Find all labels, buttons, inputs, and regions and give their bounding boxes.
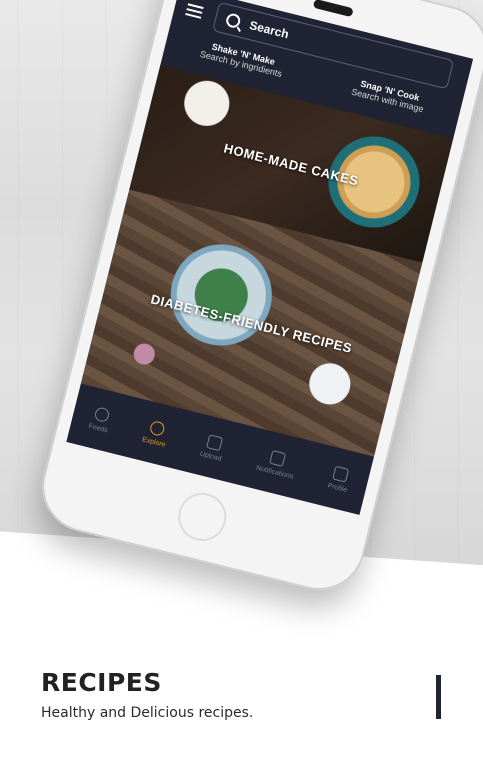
app-screen: Search Shake 'N' Make Search by ingridie… bbox=[66, 0, 474, 515]
accent-bar bbox=[436, 675, 441, 719]
nav-label: Profile bbox=[327, 482, 348, 494]
profile-icon bbox=[332, 465, 350, 483]
nav-notifications[interactable]: Notifications bbox=[255, 447, 298, 480]
nav-feeds[interactable]: Feeds bbox=[88, 405, 113, 434]
nav-label: Notifications bbox=[255, 464, 295, 481]
search-icon bbox=[148, 419, 166, 437]
bulb-icon bbox=[93, 405, 111, 423]
upload-icon bbox=[205, 433, 223, 451]
nav-explore[interactable]: Explore bbox=[141, 418, 170, 448]
hamburger-menu-icon[interactable] bbox=[185, 3, 204, 19]
card-title: HOME-MADE CAKES bbox=[222, 139, 361, 188]
phone-home-button bbox=[173, 487, 232, 547]
search-icon bbox=[224, 12, 242, 30]
nav-label: Explore bbox=[141, 435, 167, 449]
nav-profile[interactable]: Profile bbox=[327, 465, 352, 494]
promo-title: RECIPES bbox=[41, 668, 162, 697]
nav-label: Upload bbox=[199, 450, 223, 463]
bell-icon bbox=[269, 449, 287, 467]
phone-speaker bbox=[312, 0, 354, 18]
nav-label: Feeds bbox=[87, 422, 109, 434]
nav-upload[interactable]: Upload bbox=[199, 433, 227, 463]
search-placeholder: Search bbox=[248, 18, 291, 42]
card-title: DIABETES-FRIENDLY RECIPES bbox=[149, 290, 354, 356]
promo-subtitle: Healthy and Delicious recipes. bbox=[41, 705, 254, 721]
